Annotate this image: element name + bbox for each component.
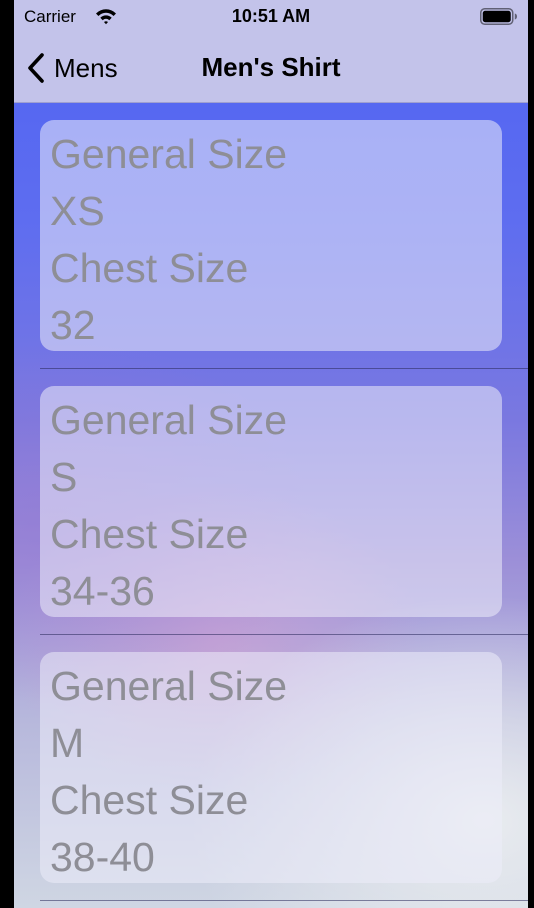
- size-list: General Size XS Chest Size 32 General Si…: [14, 103, 528, 901]
- general-size-value: S: [50, 454, 78, 500]
- battery-icon: [480, 8, 517, 25]
- chest-size-label: Chest Size: [50, 245, 249, 291]
- general-size-label: General Size: [50, 131, 288, 177]
- general-size-label: General Size: [50, 663, 288, 709]
- chest-size-label: Chest Size: [50, 511, 249, 557]
- app-screen: Carrier 10:51 AM Mens Men's Shirt Genera…: [14, 0, 528, 908]
- navigation-bar: Mens Men's Shirt: [14, 34, 528, 103]
- general-size-value: XS: [50, 188, 105, 234]
- size-card: General Size S Chest Size 34-36: [40, 386, 502, 617]
- status-time: 10:51 AM: [231, 6, 311, 26]
- general-size-label: General Size: [50, 397, 288, 443]
- list-item[interactable]: General Size M Chest Size 38-40: [14, 635, 528, 901]
- page-title: Men's Shirt: [201, 52, 341, 82]
- list-item[interactable]: General Size XS Chest Size 32: [14, 103, 528, 369]
- general-size-value: M: [50, 720, 85, 766]
- size-card: General Size XS Chest Size 32: [40, 120, 502, 351]
- chest-size-label: Chest Size: [50, 777, 249, 823]
- size-card: General Size M Chest Size 38-40: [40, 652, 502, 883]
- chest-size-value: 38-40: [50, 834, 155, 880]
- status-bar: Carrier 10:51 AM: [14, 0, 528, 34]
- list-item[interactable]: General Size S Chest Size 34-36: [14, 369, 528, 635]
- row-separator: [40, 900, 528, 901]
- chest-size-value: 34-36: [50, 568, 155, 614]
- chest-size-value: 32: [50, 302, 96, 348]
